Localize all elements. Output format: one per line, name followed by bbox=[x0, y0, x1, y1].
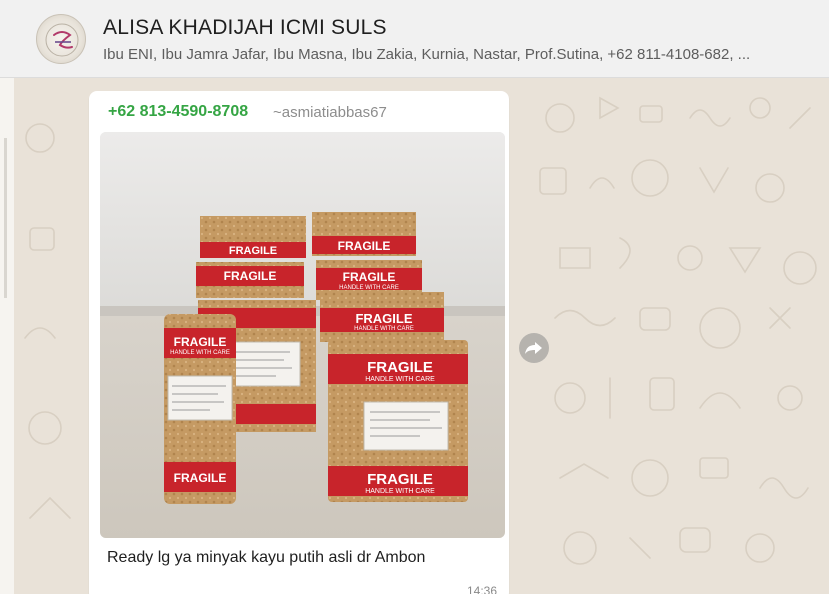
svg-text:FRAGILE: FRAGILE bbox=[174, 471, 227, 485]
sender-phone[interactable]: +62 813-4590-8708 bbox=[108, 103, 248, 121]
svg-text:FRAGILE: FRAGILE bbox=[338, 239, 391, 253]
svg-text:HANDLE WITH CARE: HANDLE WITH CARE bbox=[170, 350, 230, 356]
package-front-left: FRAGILE HANDLE WITH CARE FRAGILE bbox=[164, 314, 236, 504]
svg-text:FRAGILE: FRAGILE bbox=[355, 311, 412, 326]
message-bubble[interactable]: +62 813-4590-8708 ~asmiatiabbas67 FRAGIL… bbox=[89, 91, 509, 594]
group-name: ALISA KHADIJAH ICMI SULS bbox=[103, 16, 387, 39]
message-time: 14:36 bbox=[466, 584, 497, 594]
svg-text:FRAGILE: FRAGILE bbox=[229, 245, 277, 257]
svg-text:HANDLE WITH CARE: HANDLE WITH CARE bbox=[365, 376, 435, 383]
svg-text:HANDLE WITH CARE: HANDLE WITH CARE bbox=[339, 285, 399, 291]
message-photo[interactable]: FRAGILE FRAGILE HANDLE WITH CARE FRAGILE… bbox=[100, 132, 505, 538]
group-members: Ibu ENI, Ibu Jamra Jafar, Ibu Masna, Ibu… bbox=[103, 46, 751, 63]
svg-text:FRAGILE: FRAGILE bbox=[367, 359, 433, 376]
package-front-right: FRAGILE HANDLE WITH CARE FRAGILE HANDLE … bbox=[328, 340, 468, 502]
sender-alias: ~asmiatiabbas67 bbox=[273, 104, 387, 121]
forward-button[interactable] bbox=[519, 333, 549, 363]
svg-text:FRAGILE: FRAGILE bbox=[174, 335, 227, 349]
svg-text:HANDLE WITH CARE: HANDLE WITH CARE bbox=[365, 488, 435, 495]
package-photo: FRAGILE FRAGILE HANDLE WITH CARE FRAGILE… bbox=[100, 132, 505, 538]
forward-icon bbox=[525, 342, 542, 354]
svg-text:FRAGILE: FRAGILE bbox=[224, 269, 277, 283]
svg-text:FRAGILE: FRAGILE bbox=[343, 270, 396, 284]
group-logo-icon bbox=[45, 23, 79, 57]
chat-header[interactable]: ALISA KHADIJAH ICMI SULS Ibu ENI, Ibu Ja… bbox=[0, 0, 829, 78]
svg-text:HANDLE WITH CARE: HANDLE WITH CARE bbox=[354, 326, 414, 332]
message-caption: Ready lg ya minyak kayu putih asli dr Am… bbox=[107, 549, 426, 566]
left-panel-edge bbox=[0, 78, 14, 594]
scroll-indicator bbox=[4, 138, 7, 298]
group-avatar[interactable] bbox=[36, 14, 86, 64]
svg-text:FRAGILE: FRAGILE bbox=[367, 471, 433, 488]
